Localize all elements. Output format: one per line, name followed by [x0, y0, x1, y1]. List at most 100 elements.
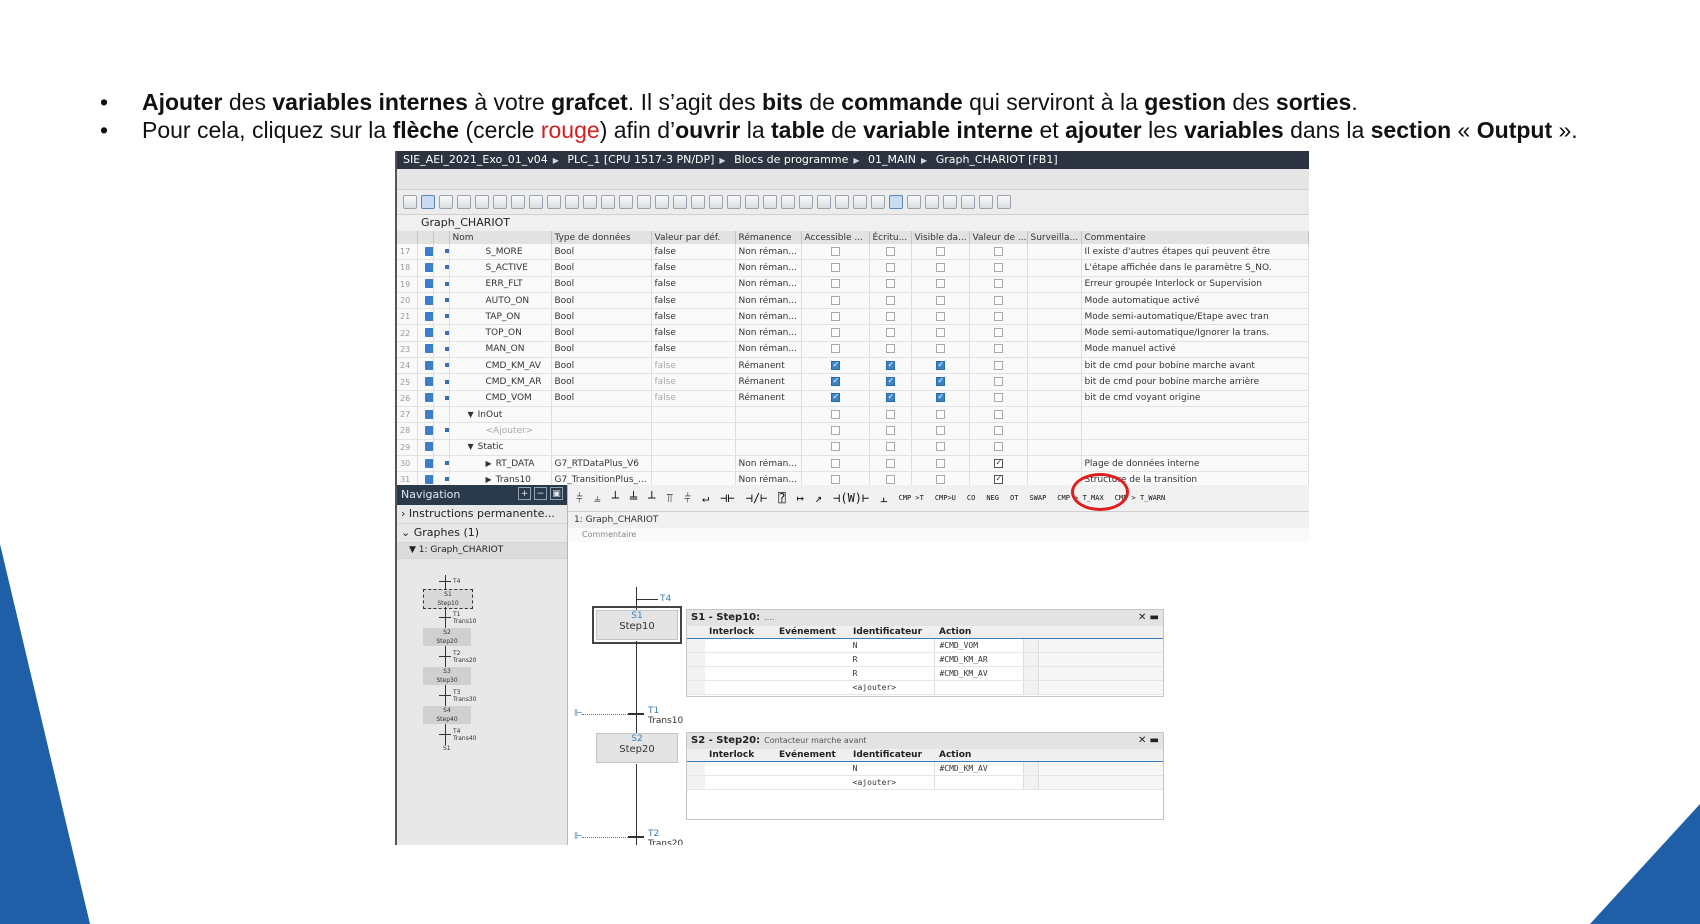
var-retain[interactable]	[735, 406, 802, 424]
table-row[interactable]: 23 MAN_ON Bool false Non réman... Mode manuel…	[397, 341, 1309, 359]
col-header[interactable]: Type de données	[551, 231, 652, 244]
graph-comment[interactable]: Commentaire	[568, 528, 1309, 542]
table-row[interactable]: 19 ERR_FLT Bool false Non réman... Erreur gro…	[397, 276, 1309, 293]
checkbox[interactable]	[993, 458, 1003, 468]
var-default[interactable]: false	[651, 244, 736, 261]
checkbox[interactable]	[935, 425, 945, 435]
var-retain[interactable]: Rémanent	[735, 390, 802, 407]
var-default[interactable]	[651, 406, 736, 424]
var-name[interactable]: CMD_VOM	[449, 390, 552, 407]
checkbox[interactable]	[935, 295, 945, 305]
toolbar-button-icon[interactable]	[547, 195, 561, 209]
checkbox[interactable]	[885, 344, 895, 354]
mini-step[interactable]: S4 Step40	[423, 706, 471, 724]
var-name[interactable]: ▶ RT_DATA	[449, 455, 552, 473]
var-type[interactable]	[551, 406, 652, 424]
toolbar-button-icon[interactable]	[727, 195, 741, 209]
instruction-button-icon[interactable]: ⊣/⊢	[746, 491, 768, 505]
action-row[interactable]: R #CMD_KM_AV	[687, 667, 1164, 681]
col-header[interactable]: Écritu...	[869, 231, 912, 244]
checkbox[interactable]	[993, 262, 1003, 272]
checkbox[interactable]	[993, 474, 1003, 484]
table-row[interactable]: 21 TAP_ON Bool false Non réman... Mode semi-a…	[397, 308, 1309, 326]
checkbox[interactable]	[830, 376, 840, 387]
table-row[interactable]: 20 AUTO_ON Bool false Non réman... Mode autom…	[397, 292, 1309, 310]
toolbar-button-icon[interactable]	[925, 195, 939, 209]
toolbar-button-icon[interactable]	[799, 195, 813, 209]
checkbox[interactable]	[993, 360, 1003, 370]
var-retain[interactable]: Non réman...	[735, 276, 802, 293]
checkbox[interactable]	[993, 344, 1003, 354]
table-row[interactable]: 17 S_MORE Bool false Non réman... Il existe d…	[397, 244, 1309, 261]
toolbar-button-icon[interactable]	[529, 195, 543, 209]
nav-item-graph-chariot[interactable]: ▼ 1: Graph_CHARIOT	[397, 543, 567, 559]
var-default[interactable]: false	[651, 357, 736, 375]
step-box[interactable]: S2 Step20	[596, 733, 678, 763]
mini-step[interactable]: S3 Step30	[423, 667, 471, 685]
checkbox[interactable]	[885, 409, 895, 419]
var-comment[interactable]: Il existe d'autres étapes qui peuvent êt…	[1081, 244, 1309, 261]
var-type[interactable]: Bool	[551, 244, 652, 261]
var-comment[interactable]: Mode semi-automatique/Ignorer la trans.	[1081, 324, 1309, 342]
toolbar-button-icon[interactable]	[961, 195, 975, 209]
var-default[interactable]: false	[651, 308, 736, 326]
checkbox[interactable]	[830, 246, 840, 256]
checkbox[interactable]	[830, 458, 840, 468]
checkbox[interactable]	[935, 458, 945, 468]
checkbox[interactable]	[830, 360, 840, 370]
checkbox[interactable]	[885, 376, 895, 387]
var-retain[interactable]: Non réman...	[735, 324, 802, 342]
var-retain[interactable]: Non réman...	[735, 308, 802, 326]
checkbox[interactable]	[830, 474, 840, 484]
col-header[interactable]: Visible da...	[911, 231, 970, 244]
var-type[interactable]: Bool	[551, 390, 652, 407]
var-default[interactable]: false	[651, 324, 736, 342]
toolbar-button-icon[interactable]	[979, 195, 993, 209]
var-retain[interactable]	[735, 439, 802, 456]
toolbar-button-icon[interactable]	[457, 195, 471, 209]
instruction-button-icon[interactable]: ┴	[612, 491, 619, 505]
var-name[interactable]: <Ajouter>	[449, 422, 552, 440]
fit-view-icon[interactable]: ▣	[550, 487, 563, 500]
expand-arrow-icon[interactable]: ▶	[486, 459, 492, 468]
var-type[interactable]: Bool	[551, 341, 652, 359]
var-name[interactable]: MAN_ON	[449, 341, 552, 359]
var-type[interactable]: Bool	[551, 259, 652, 277]
checkbox[interactable]	[885, 442, 895, 452]
table-row[interactable]: 28 <Ajouter>	[397, 422, 1309, 440]
var-name[interactable]: ▼ InOut	[449, 406, 552, 424]
instruction-button[interactable]: SWAP	[1029, 494, 1046, 502]
var-default[interactable]	[651, 422, 736, 440]
zoom-out-icon[interactable]: −	[534, 487, 547, 500]
checkbox[interactable]	[935, 442, 945, 452]
var-name[interactable]: S_MORE	[449, 244, 552, 261]
var-comment[interactable]: L'étape affichée dans le paramètre S_NO.	[1081, 259, 1309, 277]
var-default[interactable]: false	[651, 259, 736, 277]
checkbox[interactable]	[993, 311, 1003, 321]
var-comment[interactable]: Mode automatique activé	[1081, 292, 1309, 310]
instruction-button-icon[interactable]: ┴	[648, 491, 655, 505]
toolbar-button-icon[interactable]	[673, 195, 687, 209]
toolbar-button-icon[interactable]	[871, 195, 885, 209]
checkbox[interactable]	[885, 262, 895, 272]
instruction-button[interactable]: OT	[1010, 494, 1018, 502]
checkbox[interactable]	[885, 328, 895, 338]
collapse-arrow-icon[interactable]: ▼	[468, 410, 474, 419]
toolbar-button-icon[interactable]	[403, 195, 417, 209]
toolbar-button-icon[interactable]	[583, 195, 597, 209]
col-header[interactable]: Valeur de ...	[969, 231, 1028, 244]
table-row[interactable]: 22 TOP_ON Bool false Non réman... Mode semi-a…	[397, 324, 1309, 342]
var-type[interactable]: Bool	[551, 276, 652, 293]
var-name[interactable]: ERR_FLT	[449, 276, 552, 293]
table-row[interactable]: 25CMD_KM_ARBoolfalseRémanentbit de cmd p…	[397, 373, 1309, 391]
var-default[interactable]: false	[651, 292, 736, 310]
collapse-arrow-icon[interactable]: ▼	[468, 442, 474, 451]
table-row[interactable]: 27 ▼ InOut	[397, 406, 1309, 424]
action-row[interactable]: N #CMD_VOM	[687, 639, 1164, 653]
var-type[interactable]: Bool	[551, 357, 652, 375]
var-comment[interactable]	[1081, 422, 1309, 440]
var-comment[interactable]: bit de cmd voyant origine	[1081, 390, 1309, 407]
toolbar-button-icon[interactable]	[709, 195, 723, 209]
transition-condition-icon[interactable]: ⊩	[574, 708, 583, 719]
col-header[interactable]: Commentaire	[1081, 231, 1309, 244]
